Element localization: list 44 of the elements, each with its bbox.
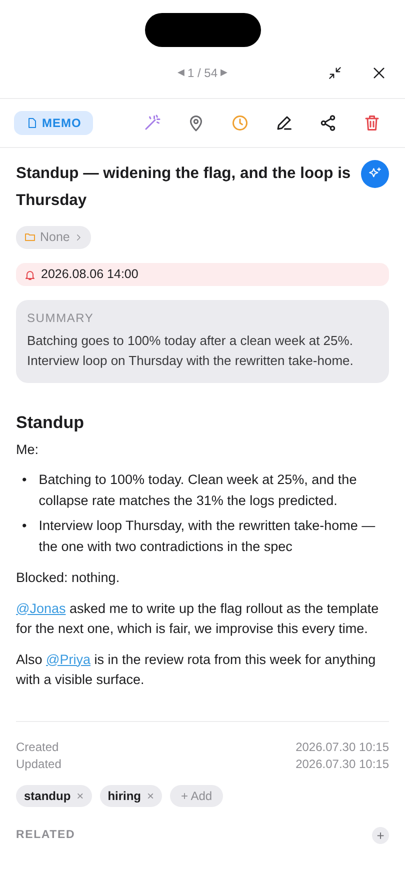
bullet-marker: • (22, 471, 27, 490)
mention-link[interactable]: @Priya (46, 652, 90, 667)
paragraph: Me: (16, 440, 40, 459)
page-counter: 1 / 54 (187, 64, 218, 82)
related-label: RELATED (16, 828, 76, 843)
meta-label: Updated (16, 756, 62, 773)
remove-tag-button[interactable]: × (76, 786, 84, 805)
bell-icon (24, 268, 36, 281)
document-icon (26, 117, 38, 129)
note-title: Standup — widening the flag, and the loop is Thursday (16, 164, 352, 211)
summary-text: Batching goes to 100% today after a clean week at 25%. Interview loop on Thursday with the rewritten take-home. (27, 332, 354, 370)
close-icon[interactable] (371, 64, 387, 80)
paragraph: Also @Priya is in the review rota from this week for anything with a visible surface. (16, 650, 377, 690)
location-pin-icon[interactable] (187, 114, 205, 132)
bullet-item: Interview loop Thursday, with the rewritten take-home — the one with two contradictions in the spec (38, 517, 376, 556)
folder-icon (24, 231, 36, 244)
section-heading: Standup (16, 413, 85, 434)
paragraph: Blocked: nothing. (16, 569, 121, 588)
meta-label: Created (16, 738, 59, 756)
bullet-marker: • (22, 517, 27, 536)
minimize-icon[interactable] (327, 64, 343, 80)
previous-button[interactable]: ◀ (177, 66, 184, 80)
add-related-button[interactable]: + (372, 826, 389, 844)
meta-value: 2026.07.30 10:15 (296, 756, 389, 773)
pencil-icon[interactable] (275, 114, 293, 132)
magic-wand-icon[interactable] (143, 114, 161, 132)
ai-sparkle-button[interactable] (361, 160, 389, 188)
trash-icon[interactable] (363, 114, 381, 132)
next-button[interactable]: ▶ (220, 66, 228, 80)
memo-type-button[interactable]: MEMO (14, 111, 94, 135)
tag-label: hiring (108, 788, 142, 805)
meta-value: 2026.07.30 10:15 (296, 738, 389, 756)
paragraph: @Jonas asked me to write up the flag rollout as the template for the next one, which is fair, we improvise this every time. (16, 600, 380, 638)
mention-link[interactable]: @Jonas (16, 600, 66, 616)
add-tag-button[interactable]: + Add (170, 784, 224, 807)
bullet-item: Batching to 100% today. Clean week at 25%, and the collapse rate matches the 31% the logs predicted. (38, 471, 358, 510)
tag-chip[interactable]: hiring × (100, 784, 162, 807)
remove-tag-button[interactable]: × (147, 786, 154, 805)
tag-label: standup (24, 788, 71, 805)
summary-label: SUMMARY (27, 310, 95, 328)
tag-chip[interactable]: standup × (16, 784, 92, 807)
folder-chip[interactable]: None (16, 226, 91, 249)
share-icon[interactable] (319, 114, 337, 132)
reminder-time: 2026.08.06 14:00 (41, 266, 138, 284)
